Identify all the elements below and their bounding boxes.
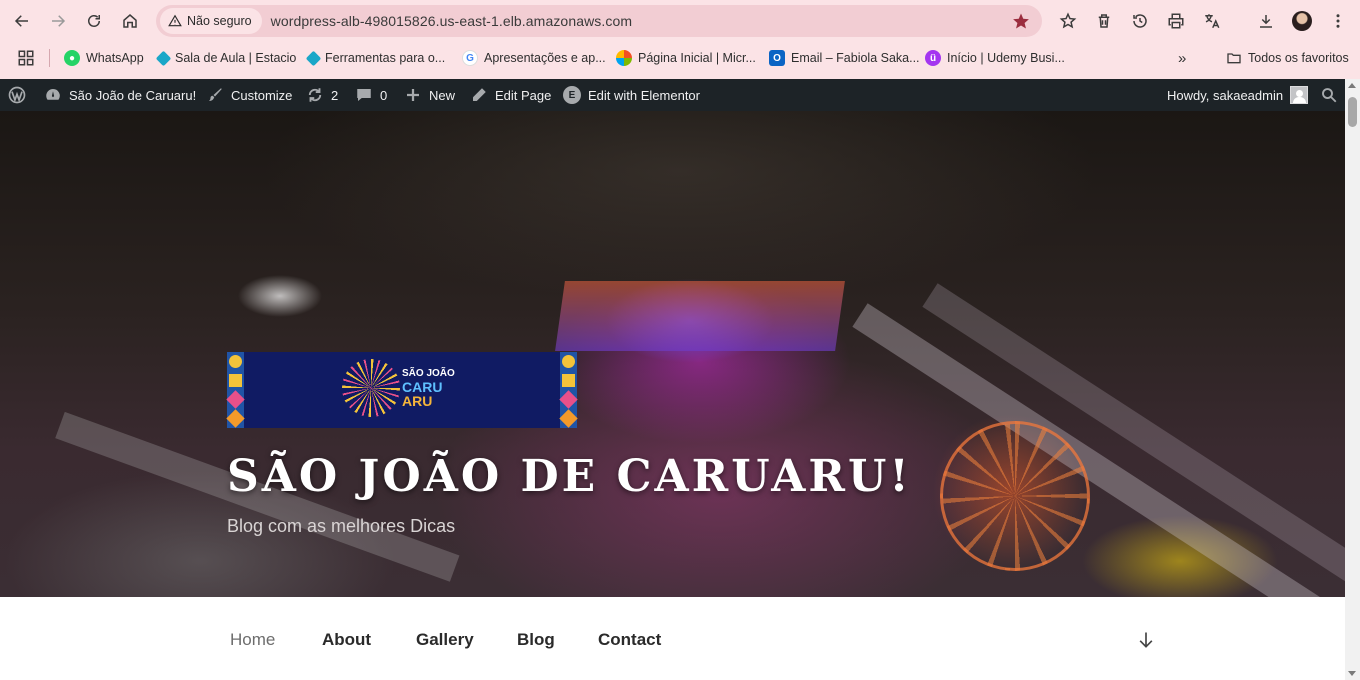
logo-border-left [226, 352, 245, 428]
download-icon[interactable] [1252, 7, 1280, 35]
bookmark-label: Apresentações e ap... [484, 51, 606, 65]
bookmark-label: Início | Udemy Busi... [947, 51, 1065, 65]
forward-icon[interactable] [44, 7, 72, 35]
page-scrollbar[interactable] [1345, 79, 1360, 680]
bookmark-star-icon[interactable] [1012, 12, 1030, 30]
hero-header: SÃO JOÃO CARU ARU SÃO JOÃO DE CARUARU! B… [0, 111, 1345, 597]
elementor-label: Edit with Elementor [588, 87, 700, 103]
logo-line-3: ARU [402, 393, 433, 409]
hero-photo-stage [555, 281, 845, 351]
nav-item-home[interactable]: Home [230, 630, 275, 650]
admin-site-name[interactable]: São João de Caruaru! [44, 79, 196, 111]
bookmark-item[interactable]: G Apresentações e ap... [462, 48, 606, 68]
edit-page-label: Edit Page [495, 87, 552, 103]
all-bookmarks-folder[interactable]: Todos os favoritos [1226, 48, 1349, 68]
elementor-link[interactable]: E Edit with Elementor [563, 79, 700, 111]
microsoft-icon [616, 50, 632, 66]
nav-item-about[interactable]: About [322, 630, 371, 650]
bookmark-label: Email – Fabiola Saka... [791, 51, 920, 65]
warning-icon [168, 14, 182, 27]
bookmark-item[interactable]: ü Início | Udemy Busi... [925, 48, 1065, 68]
print-icon[interactable] [1162, 7, 1190, 35]
security-chip[interactable]: Não seguro [160, 8, 262, 34]
address-bar[interactable]: Não seguro wordpress-alb-498015826.us-ea… [156, 5, 1042, 37]
bookmark-item[interactable]: ● WhatsApp [64, 48, 144, 68]
bookmarks-divider [49, 49, 50, 67]
browser-toolbar: Não seguro wordpress-alb-498015826.us-ea… [0, 0, 1360, 42]
reload-icon[interactable] [80, 7, 108, 35]
updates-link[interactable]: 2 [306, 79, 338, 111]
bookmark-label: Ferramentas para o... [325, 51, 446, 65]
site-title[interactable]: SÃO JOÃO DE CARUARU! [227, 451, 912, 502]
back-icon[interactable] [8, 7, 36, 35]
bookmark-label: WhatsApp [86, 51, 144, 65]
logo-wordmark: SÃO JOÃO CARU ARU [402, 368, 455, 408]
translate-icon[interactable] [1198, 7, 1226, 35]
logo-line-2: CARU [402, 379, 443, 395]
history-icon[interactable] [1126, 7, 1154, 35]
bookmark-item[interactable]: O Email – Fabiola Saka... [769, 48, 920, 68]
wordpress-logo-icon[interactable] [7, 79, 27, 111]
dashboard-gauge-icon [46, 88, 60, 100]
browser-chrome: Não seguro wordpress-alb-498015826.us-ea… [0, 0, 1360, 79]
estacio-icon [155, 50, 172, 66]
comments-count: 0 [380, 87, 388, 103]
updates-icon [308, 88, 322, 102]
nav-item-gallery[interactable]: Gallery [416, 630, 474, 650]
updates-count: 2 [331, 87, 339, 103]
bookmark-item[interactable]: Sala de Aula | Estacio [155, 48, 297, 68]
howdy-label: Howdy, sakaeadmin [1167, 87, 1284, 103]
scrollbar-thumb[interactable] [1348, 97, 1357, 127]
comments-link[interactable]: 0 [355, 79, 387, 111]
paintbrush-icon [209, 88, 222, 101]
elementor-icon: E [563, 86, 581, 104]
nav-item-blog[interactable]: Blog [517, 630, 555, 650]
customize-link[interactable]: Customize [206, 79, 292, 111]
scroll-up-arrow-icon[interactable] [1348, 83, 1356, 88]
estacio-icon [305, 50, 322, 66]
bookmarks-bar: ● WhatsApp Sala de Aula | Estacio Ferram… [0, 44, 1360, 72]
arrow-down-icon[interactable] [1136, 630, 1156, 650]
wp-admin-bar: São João de Caruaru! Customize 2 0 New E… [0, 79, 1360, 111]
home-icon[interactable] [116, 7, 144, 35]
udemy-icon: ü [925, 50, 941, 66]
bookmark-label: Página Inicial | Micr... [638, 51, 756, 65]
outlook-icon: O [769, 50, 785, 66]
menu-kebab-icon[interactable] [1324, 7, 1352, 35]
trash-icon[interactable] [1090, 7, 1118, 35]
all-bookmarks-label: Todos os favoritos [1248, 51, 1349, 65]
site-logo[interactable]: SÃO JOÃO CARU ARU [226, 352, 578, 428]
url-text[interactable]: wordpress-alb-498015826.us-east-1.elb.am… [271, 13, 633, 29]
bookmark-item[interactable]: Página Inicial | Micr... [616, 48, 756, 68]
more-bookmarks-chevron-icon[interactable]: » [1178, 48, 1186, 68]
comment-bubble-icon [357, 89, 371, 101]
bookmark-label: Sala de Aula | Estacio [175, 51, 297, 65]
google-icon: G [462, 50, 478, 66]
customize-label: Customize [231, 87, 293, 103]
new-label: New [429, 87, 456, 103]
profile-avatar-icon[interactable] [1288, 7, 1316, 35]
nav-item-contact[interactable]: Contact [598, 630, 661, 650]
howdy-account[interactable]: Howdy, sakaeadmin [1167, 79, 1309, 111]
folder-icon [1227, 53, 1241, 64]
extensions-star-icon[interactable] [1054, 7, 1082, 35]
plus-icon [407, 89, 419, 101]
bookmark-item[interactable]: Ferramentas para o... [305, 48, 446, 68]
firework-icon [342, 359, 400, 417]
admin-search-icon[interactable] [1320, 79, 1338, 111]
apps-grid-icon[interactable] [17, 48, 35, 68]
hero-photo-detail [852, 303, 1338, 597]
scroll-down-arrow-icon[interactable] [1348, 671, 1356, 676]
primary-navigation: Home About Gallery Blog Contact [0, 597, 1345, 680]
pencil-icon [473, 88, 486, 101]
new-content-link[interactable]: New [404, 79, 455, 111]
security-label: Não seguro [187, 14, 252, 28]
avatar [1290, 86, 1309, 104]
admin-site-name-label: São João de Caruaru! [69, 87, 197, 103]
site-tagline: Blog com as melhores Dicas [227, 516, 456, 536]
logo-border-right [559, 352, 578, 428]
whatsapp-icon: ● [64, 50, 80, 66]
hero-photo-ferris-wheel [940, 421, 1090, 571]
edit-page-link[interactable]: Edit Page [470, 79, 551, 111]
